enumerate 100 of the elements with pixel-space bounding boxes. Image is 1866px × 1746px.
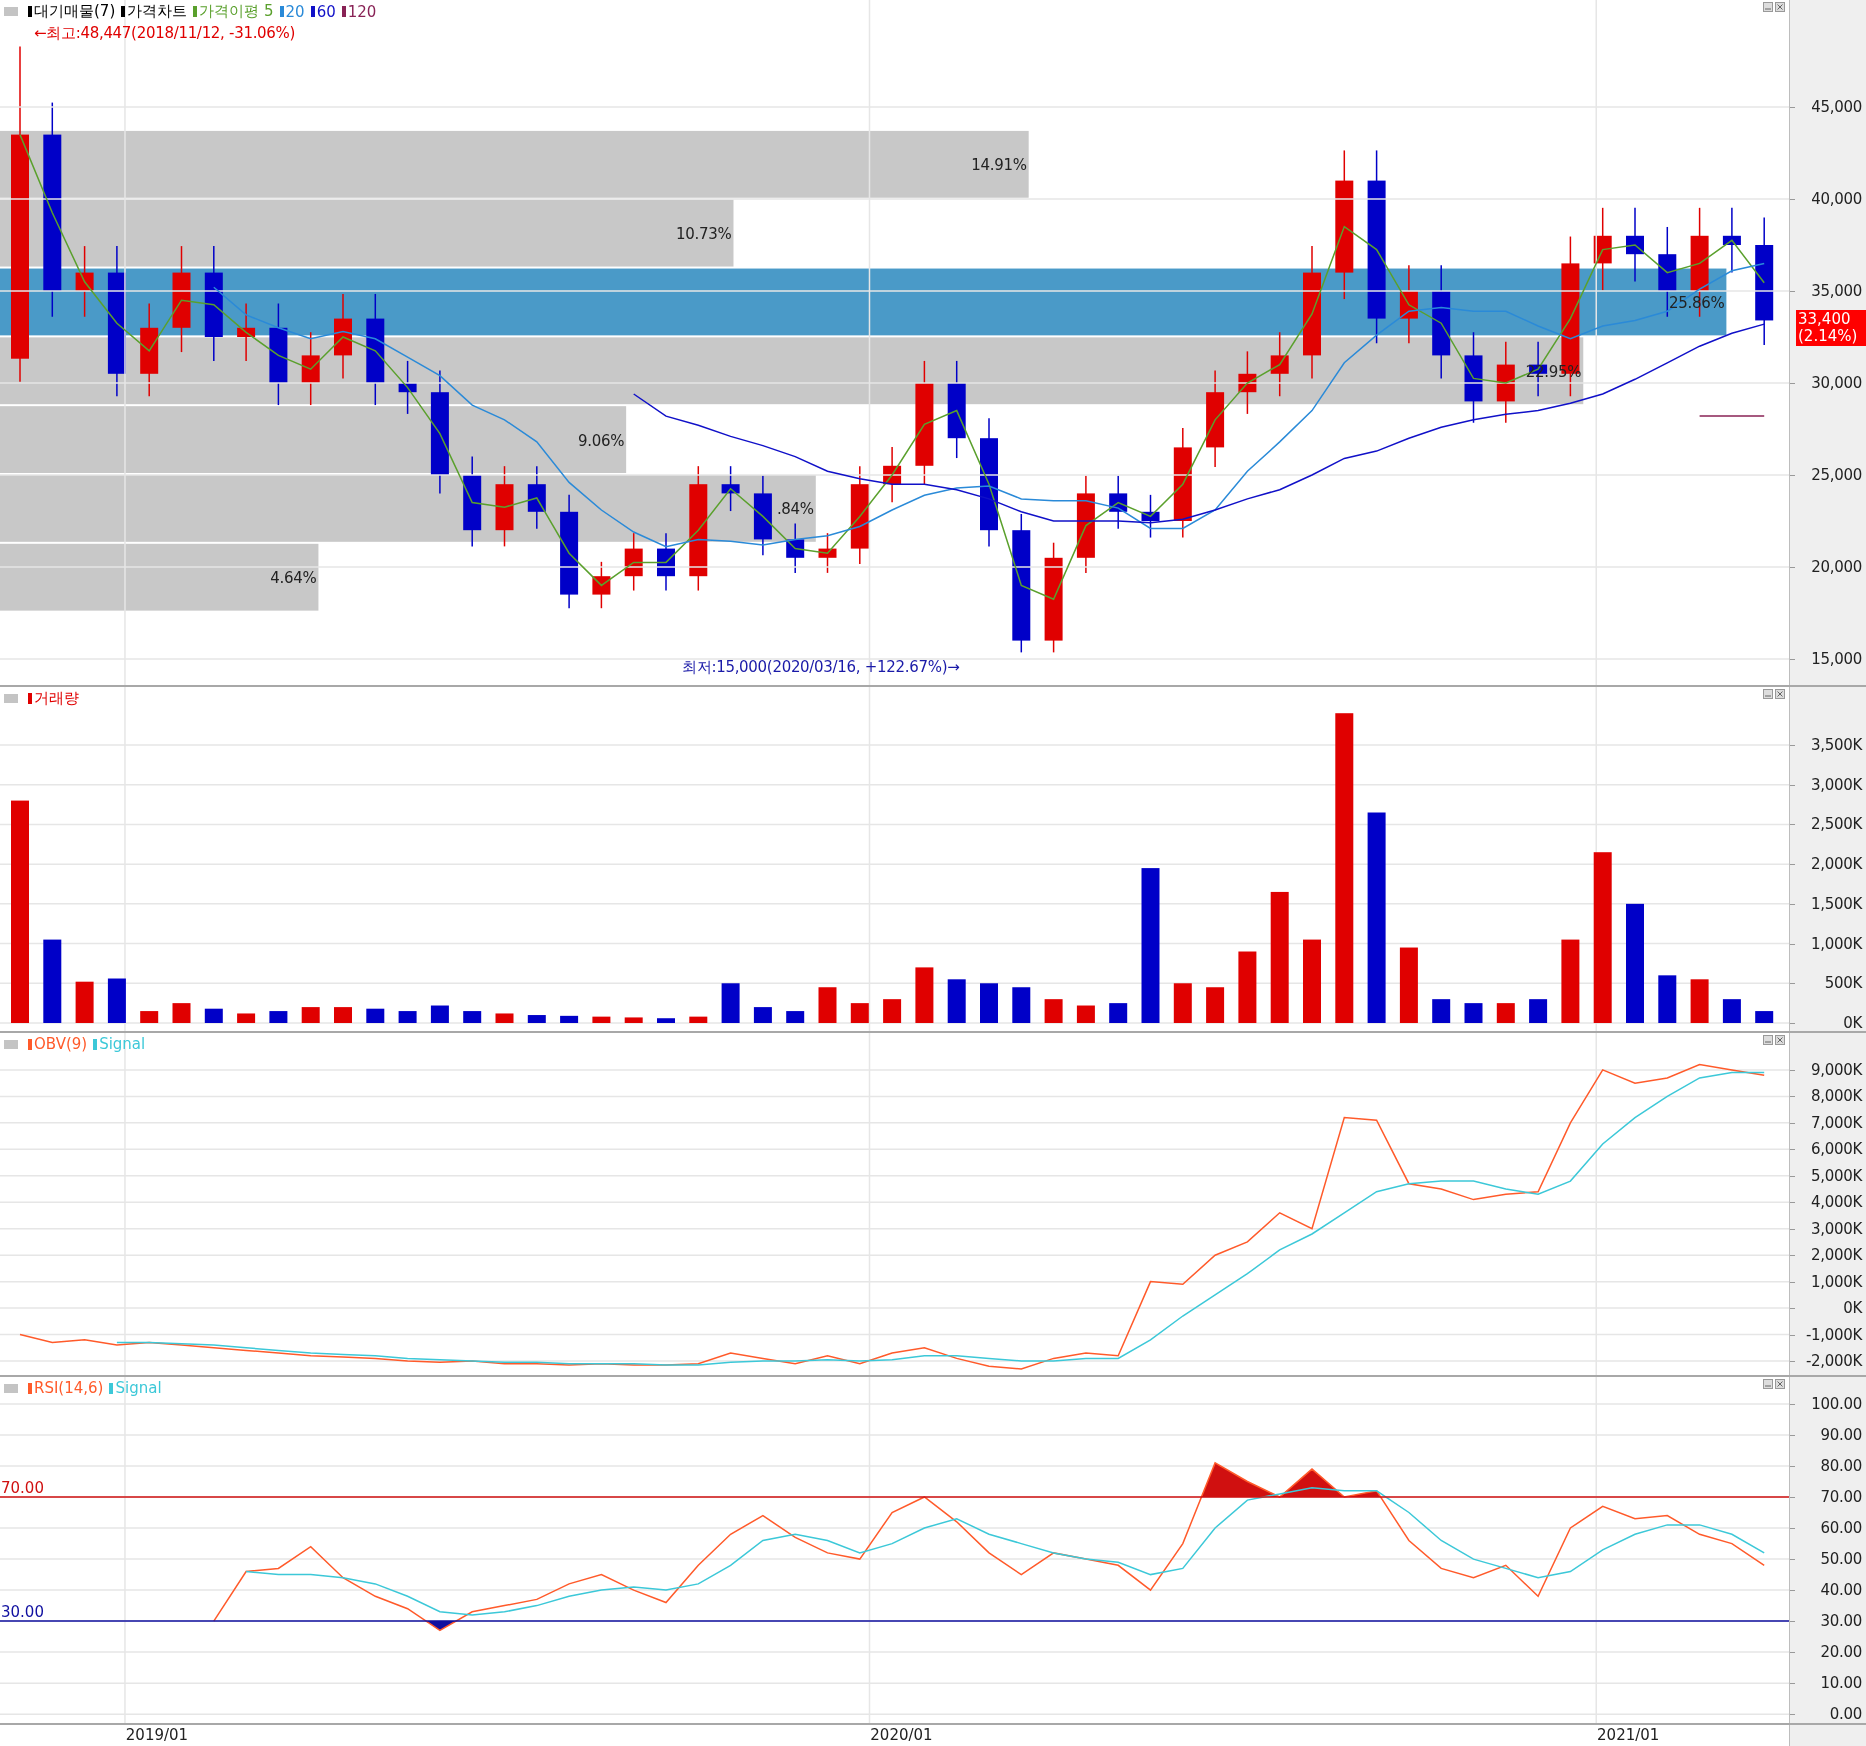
volume-bar	[75, 981, 94, 1023]
candlestick	[786, 522, 805, 574]
minimize-icon[interactable]	[1763, 689, 1773, 699]
close-icon[interactable]	[1775, 689, 1785, 699]
volume-bar	[624, 1017, 643, 1023]
axis-label: 30.00	[1820, 1612, 1862, 1631]
candlestick	[527, 465, 546, 530]
threshold-label: 30.00	[1, 1603, 44, 1622]
axis-label: 4,000K	[1811, 1193, 1862, 1212]
volume-bar	[657, 1018, 675, 1023]
legend-item: 20	[279, 2, 305, 21]
volume-bar	[1109, 1003, 1128, 1023]
axis-label: 2,500K	[1811, 815, 1862, 834]
volume-bar	[140, 1011, 159, 1023]
date-label: 2019/01	[125, 1726, 189, 1744]
volume-bar	[818, 987, 837, 1023]
minimize-icon[interactable]	[1763, 2, 1773, 12]
volume-bar	[204, 1008, 223, 1023]
axis-label: 1,500K	[1811, 894, 1862, 913]
panel-toggle-icon[interactable]	[4, 694, 18, 703]
candlestick	[624, 532, 643, 592]
volume-bar	[689, 1016, 708, 1023]
axis-label: 35,000	[1811, 282, 1862, 300]
axis-label: 60.00	[1820, 1519, 1862, 1538]
volume-bar	[560, 1015, 579, 1023]
volume-bar	[1755, 1011, 1774, 1023]
volume-bar	[301, 1007, 320, 1023]
axis-label: 20,000	[1811, 558, 1862, 576]
axis-label: 90.00	[1820, 1426, 1862, 1444]
candlestick	[398, 360, 417, 415]
axis-label: 8,000K	[1811, 1087, 1862, 1106]
minimize-icon[interactable]	[1763, 1035, 1773, 1045]
volume-bar	[334, 1007, 352, 1023]
axis-label: 6,000K	[1811, 1140, 1862, 1159]
band-percentage: 22.95%	[1525, 362, 1582, 381]
low-price-note: 최저:15,000(2020/03/16, +122.67%)→	[682, 658, 960, 677]
volume-bar	[592, 1016, 611, 1023]
axis-label: 50.00	[1820, 1550, 1862, 1569]
volume-bar	[463, 1011, 482, 1023]
volume-bar	[721, 983, 740, 1023]
axis-label: 70.00	[1820, 1488, 1862, 1507]
axis-label: 30,000	[1811, 374, 1862, 392]
candlestick	[721, 465, 740, 512]
panel-toggle-icon[interactable]	[4, 7, 18, 16]
volume-bar	[883, 999, 902, 1023]
volume-bar	[1529, 999, 1548, 1023]
volume-bar	[1044, 999, 1063, 1023]
volume-bar	[1690, 979, 1709, 1023]
close-icon[interactable]	[1775, 1035, 1785, 1045]
volume-bar	[495, 1013, 514, 1023]
candlestick	[818, 532, 837, 574]
close-icon[interactable]	[1775, 1379, 1785, 1389]
candlestick	[1238, 350, 1257, 415]
axis-label: 0K	[1843, 1014, 1862, 1032]
panel-toggle-icon[interactable]	[4, 1039, 18, 1049]
legend-item: RSI(14,6)	[28, 1379, 104, 1397]
volume-bar	[269, 1011, 288, 1023]
close-icon[interactable]	[1775, 2, 1785, 12]
candlestick	[237, 302, 256, 362]
volume-bar	[947, 979, 966, 1023]
axis-label: -1,000K	[1805, 1325, 1862, 1344]
legend-item: 대기매물(7)	[28, 2, 116, 21]
axis-label: 0.00	[1829, 1705, 1862, 1724]
axis-label: 7,000K	[1811, 1113, 1862, 1132]
band-percentage: .84%	[776, 500, 814, 519]
axis-label: 80.00	[1820, 1457, 1862, 1475]
panel-toggle-icon[interactable]	[4, 1383, 18, 1393]
volume-bar	[107, 978, 126, 1023]
axis-label: 500K	[1824, 974, 1862, 993]
volume-bar	[237, 1013, 256, 1023]
band-percentage: 14.91%	[971, 156, 1027, 175]
volume-bar	[1206, 987, 1225, 1023]
volume-bar	[1464, 1003, 1483, 1023]
volume-bar	[980, 983, 998, 1023]
axis-label: 20.00	[1820, 1643, 1862, 1662]
axis-label: 45,000	[1811, 98, 1862, 116]
high-price-note: ←최고:48,447(2018/11/12, -31.06%)	[34, 24, 296, 43]
minimize-icon[interactable]	[1763, 1379, 1773, 1389]
date-label: 2021/01	[1597, 1726, 1660, 1744]
axis-label: 2,000K	[1811, 855, 1862, 874]
axis-label: 9,000K	[1811, 1060, 1862, 1079]
axis-label: 3,000K	[1811, 1219, 1862, 1238]
current-price-tag: 33,400 (2.14%)	[1796, 310, 1866, 347]
legend-item: Signal	[109, 1379, 162, 1397]
volume-bar	[1173, 983, 1192, 1023]
axis-label: 100.00	[1811, 1394, 1862, 1413]
volume-bar	[430, 1005, 449, 1023]
candlestick	[883, 446, 902, 503]
axis-label: 1,000K	[1811, 1272, 1862, 1291]
candlestick	[592, 561, 611, 609]
axis-label: 5,000K	[1811, 1166, 1862, 1185]
axis-label: -2,000K	[1805, 1352, 1862, 1370]
volume-bar	[1496, 1003, 1515, 1023]
volume-bar	[1238, 951, 1257, 1023]
axis-label: 1,000K	[1811, 934, 1862, 953]
axis-label: 25,000	[1811, 466, 1862, 484]
chart-title: 거래량	[28, 689, 79, 708]
candlestick	[1141, 494, 1160, 539]
axis-label: 10.00	[1820, 1674, 1862, 1693]
volume-bar	[1012, 987, 1031, 1023]
